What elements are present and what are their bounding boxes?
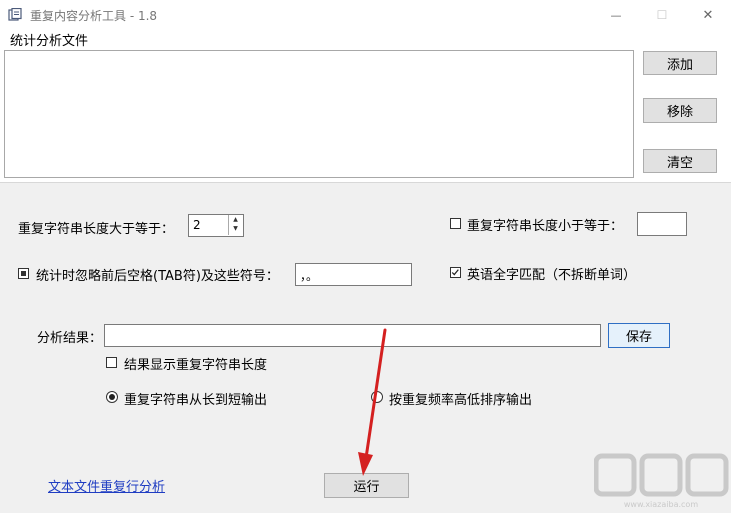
maximize-icon: ☐ (656, 8, 668, 22)
sort-long-to-short-radio[interactable] (106, 391, 118, 403)
clear-files-button[interactable]: 清空 (643, 149, 717, 173)
result-label: 分析结果： (37, 331, 103, 346)
max-length-input[interactable] (637, 212, 687, 236)
sort-by-frequency-label: 按重复频率高低排序输出 (389, 393, 533, 408)
watermark-subtext: www.xiazaiba.com (624, 500, 698, 509)
ignore-symbols-checkbox[interactable] (18, 268, 29, 279)
watermark-logo: www.xiazaiba.com (594, 453, 729, 509)
close-button[interactable]: ✕ (685, 0, 731, 30)
close-icon: ✕ (702, 7, 714, 23)
window-title: 重复内容分析工具 - 1.8 (30, 9, 158, 23)
title-bar: 重复内容分析工具 - 1.8 — ☐ ✕ (0, 0, 731, 30)
max-length-checkbox[interactable] (450, 218, 461, 229)
maximize-button[interactable]: ☐ (639, 0, 685, 30)
save-button[interactable]: 保存 (608, 323, 670, 348)
app-icon (8, 8, 22, 21)
file-list[interactable] (4, 50, 634, 178)
ignore-symbols-input[interactable]: ，。 (295, 263, 412, 286)
text-line-analysis-link[interactable]: 文本文件重复行分析 (48, 476, 165, 495)
result-path-input[interactable] (104, 324, 601, 347)
minimize-button[interactable]: — (593, 0, 639, 30)
remove-file-button[interactable]: 移除 (643, 98, 717, 123)
ignore-symbols-label: 统计时忽略前后空格(TAB符)及这些符号： (36, 269, 279, 284)
add-file-button[interactable]: 添加 (643, 51, 717, 75)
spin-up-icon[interactable]: ▲ (229, 215, 242, 224)
english-whole-word-checkbox[interactable] (450, 267, 461, 278)
checkmark-icon (451, 269, 459, 276)
files-section-label: 统计分析文件 (10, 34, 89, 49)
show-length-checkbox[interactable] (106, 357, 117, 368)
show-length-label: 结果显示重复字符串长度 (124, 358, 268, 373)
spin-down-icon[interactable]: ▼ (229, 224, 242, 233)
max-length-label: 重复字符串长度小于等于： (467, 219, 624, 234)
min-length-spin-buttons[interactable]: ▲ ▼ (228, 215, 242, 235)
sort-long-to-short-label: 重复字符串从长到短输出 (124, 393, 268, 408)
english-whole-word-label: 英语全字匹配（不拆断单词） (467, 268, 637, 283)
minimize-icon: — (610, 8, 622, 22)
min-length-value: 2 (193, 218, 201, 232)
sort-by-frequency-radio[interactable] (371, 391, 383, 403)
run-button[interactable]: 运行 (324, 473, 409, 498)
min-length-label: 重复字符串长度大于等于： (18, 222, 175, 237)
